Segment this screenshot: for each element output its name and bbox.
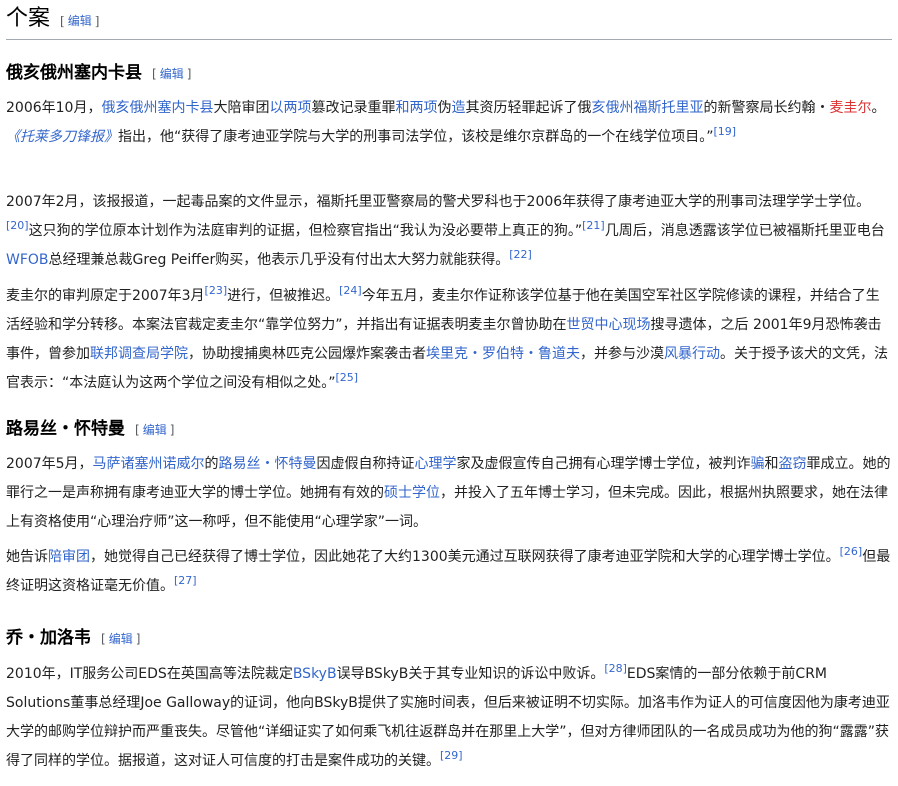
subsection-title: 路易丝・怀特曼	[6, 419, 125, 439]
paragraph-seneca-2: 2007年2月，该报报道，一起毒品案的文件显示，福斯托里亚警察局的警犬罗科也于2…	[6, 188, 892, 275]
subsection-title: 俄亥俄州塞内卡县	[6, 63, 142, 83]
link-fbi-academy[interactable]: 联邦调查局学院	[90, 346, 188, 362]
paragraph-galloway-1: 2010年，IT服务公司EDS在英国高等法院裁定BSkyB误导BSkyB关于其专…	[6, 660, 892, 776]
subsection-title: 乔・加洛韦	[6, 628, 91, 648]
text: ，她觉得自己已经获得了博士学位，因此她花了大约1300美元通过互联网获得了康考迪…	[90, 549, 840, 565]
text: 总经理兼总裁Greg Peiffer购买，他表示几乎没有付出太大努力就能获得。	[48, 252, 510, 268]
paragraph-wightman-1: 2007年5月，马萨诸塞州诺威尔的路易丝・怀特曼因虚假自称持证心理学家及虚假宣传…	[6, 450, 892, 537]
subsection-heading-galloway: 乔・加洛韦 [编辑]	[6, 625, 140, 652]
edit-section: [编辑]	[135, 423, 175, 437]
text: 的新警察局长约翰・	[703, 100, 830, 116]
reference-21: [21]	[582, 219, 605, 232]
subsection-heading-wightman: 路易丝・怀特曼 [编辑]	[6, 416, 174, 443]
link-jury[interactable]: 陪审团	[48, 549, 90, 565]
reference-25: [25]	[336, 371, 359, 384]
section-heading-cases: 个案 [编辑]	[6, 4, 892, 40]
reference-link[interactable]: [29]	[440, 749, 463, 762]
text: 几周后，消息透露该学位已被福斯托里亚电台	[604, 223, 885, 239]
text: 2010年，IT服务公司EDS在英国高等法院裁定	[6, 666, 293, 682]
text: 这只狗的学位原本计划作为法庭审判的证据，但检察官指出“我认为没必要带上真正的狗。…	[28, 223, 583, 239]
link-forgery[interactable]: 造	[451, 100, 465, 116]
link-toledo-blade[interactable]: 《托莱多刀锋报》	[6, 129, 118, 145]
reference-link[interactable]: [28]	[604, 662, 627, 675]
text: 的	[204, 456, 219, 472]
text: 指出，他“获得了康考迪亚学院与大学的刑事司法学位，该校是维尔京群岛的一个在线学位…	[118, 129, 714, 145]
link-theft[interactable]: 盗窃	[779, 456, 807, 472]
redlink-mcguire[interactable]: 麦圭尔	[829, 100, 871, 116]
link-seneca-county[interactable]: 俄亥俄州塞内卡县	[101, 100, 213, 116]
text: 和	[764, 456, 779, 472]
paragraph-seneca-3: 麦圭尔的审判原定于2007年3月[23]进行，但被推迟。[24]今年五月，麦圭尔…	[6, 282, 892, 398]
reference-28: [28]	[604, 662, 627, 675]
text: ，并参与沙漠	[580, 346, 664, 362]
reference-link[interactable]: [20]	[6, 219, 29, 232]
edit-link[interactable]: 编辑	[160, 67, 184, 81]
reference-20: [20]	[6, 219, 29, 232]
link-and-two[interactable]: 和两项	[395, 100, 437, 116]
text: 家及虚假宣传自己拥有心理学博士学位，被判诈	[456, 456, 751, 472]
link-wtc-site[interactable]: 世贸中心现场	[567, 317, 651, 333]
reference-26: [26]	[840, 545, 863, 558]
subsection-heading-seneca: 俄亥俄州塞内卡县 [编辑]	[6, 60, 191, 87]
reference-29: [29]	[440, 749, 463, 762]
edit-link[interactable]: 编辑	[109, 632, 133, 646]
link-lowell[interactable]: 马萨诸塞州诺威尔	[93, 456, 205, 472]
link-two-counts[interactable]: 以两项	[269, 100, 311, 116]
link-fraud[interactable]: 骗	[751, 456, 765, 472]
link-fostoria[interactable]: 亥俄州福斯托里亚	[591, 100, 703, 116]
paragraph-seneca-1: 2006年10月，俄亥俄州塞内卡县大陪审团以两项篡改记录重罪和两项伪造其资历轻罪…	[6, 94, 892, 152]
link-psychology[interactable]: 心理学	[415, 456, 457, 472]
reference-link[interactable]: [26]	[840, 545, 863, 558]
edit-section: [编辑]	[60, 14, 100, 28]
reference-19: [19]	[714, 125, 737, 138]
text: 2007年2月，该报报道，一起毒品案的文件显示，福斯托里亚警察局的警犬罗科也于2…	[6, 194, 871, 210]
edit-link[interactable]: 编辑	[68, 14, 92, 28]
reference-23: [23]	[205, 284, 228, 297]
text: 2006年10月，	[6, 100, 102, 116]
article-content: 个案[编辑] 俄亥俄州塞内卡县[编辑] 2006年10月，俄亥俄州塞内卡县大陪审…	[0, 0, 898, 786]
text: 进行，但被推迟。	[227, 288, 340, 304]
reference-link[interactable]: [22]	[509, 248, 532, 261]
text: 伪	[437, 100, 452, 116]
link-desert-storm[interactable]: 风暴行动	[664, 346, 720, 362]
reference-24: [24]	[339, 284, 362, 297]
link-masters-degree[interactable]: 硕士学位	[384, 485, 440, 501]
text: 大陪审团	[213, 100, 270, 116]
link-bskyb[interactable]: BSkyB	[293, 666, 337, 682]
text: 她告诉	[6, 549, 48, 565]
link-louise-wightman[interactable]: 路易丝・怀特曼	[219, 456, 317, 472]
text: 篡改记录重罪	[311, 100, 396, 116]
citation-title: 《托莱多刀锋报》	[6, 129, 118, 145]
text: 。	[871, 100, 886, 116]
section-title: 个案	[6, 6, 51, 31]
text: 其资历轻罪起诉了俄	[465, 100, 592, 116]
link-wfob[interactable]: WFOB	[6, 252, 49, 268]
paragraph-wightman-2: 她告诉陪审团，她觉得自己已经获得了博士学位，因此她花了大约1300美元通过互联网…	[6, 543, 892, 601]
edit-section: [编辑]	[152, 67, 192, 81]
reference-link[interactable]: [25]	[336, 371, 359, 384]
text: 误导BSkyB关于其专业知识的诉讼中败诉。	[336, 666, 605, 682]
text: 2007年5月，	[6, 456, 93, 472]
reference-link[interactable]: [19]	[714, 125, 737, 138]
edit-section: [编辑]	[101, 632, 141, 646]
reference-link[interactable]: [23]	[205, 284, 228, 297]
reference-27: [27]	[174, 574, 197, 587]
reference-link[interactable]: [27]	[174, 574, 197, 587]
link-eric-rudolph[interactable]: 埃里克・罗伯特・鲁道夫	[426, 346, 580, 362]
text: 麦圭尔的审判原定于2007年3月	[6, 288, 205, 304]
reference-link[interactable]: [21]	[582, 219, 605, 232]
reference-link[interactable]: [24]	[339, 284, 362, 297]
text: ，协助搜捕奥林匹克公园爆炸案袭击者	[188, 346, 426, 362]
reference-22: [22]	[509, 248, 532, 261]
edit-link[interactable]: 编辑	[143, 423, 167, 437]
text: 因虚假自称持证	[316, 456, 415, 472]
